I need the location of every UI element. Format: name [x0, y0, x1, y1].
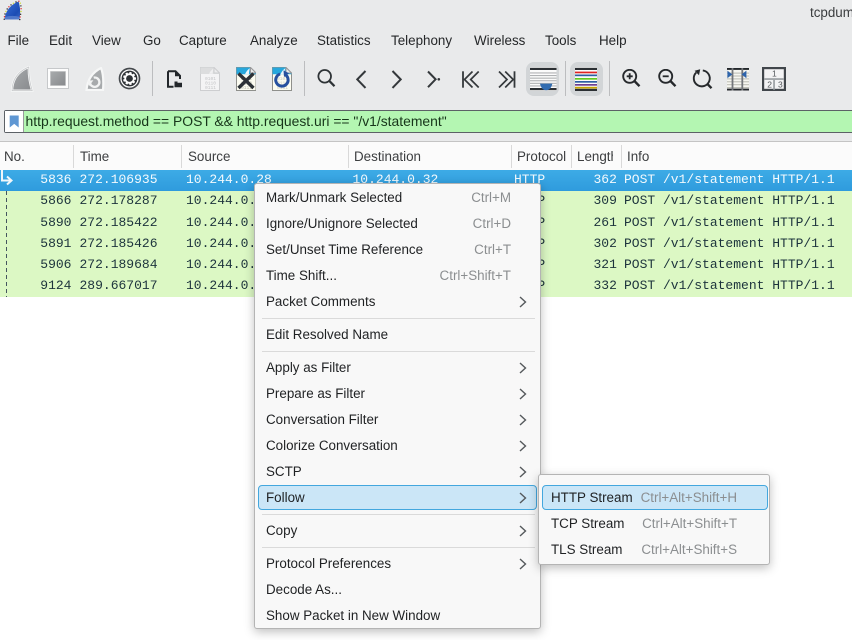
svg-text:3: 3 — [778, 80, 783, 90]
svg-text:2: 2 — [767, 80, 772, 90]
svg-text:0111: 0111 — [205, 85, 216, 91]
svg-text:1: 1 — [772, 69, 777, 79]
